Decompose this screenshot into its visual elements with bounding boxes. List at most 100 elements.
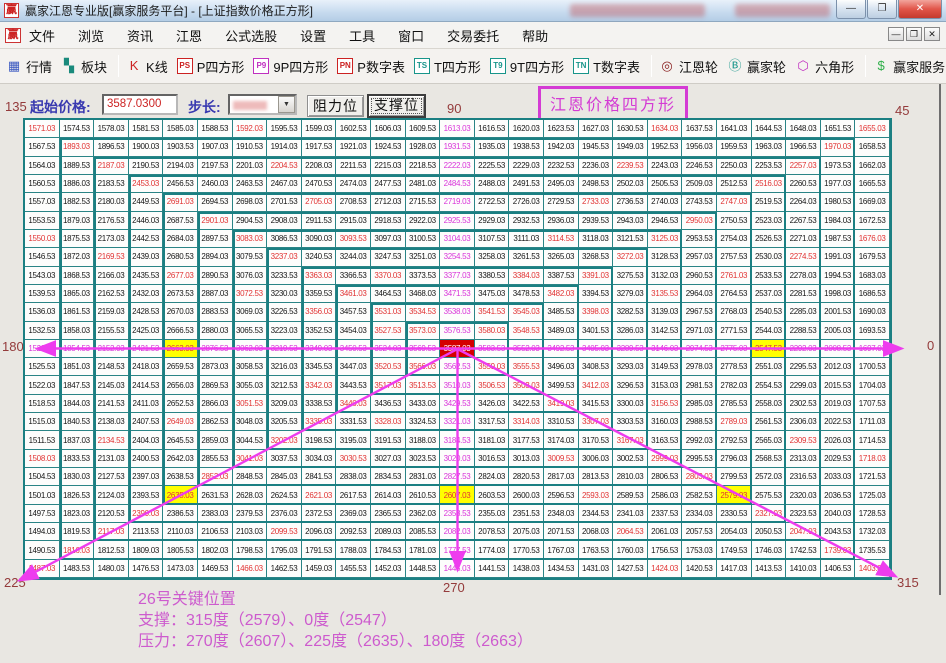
grid-cell: 1956.03 xyxy=(682,138,717,156)
grid-cell: 2432.03 xyxy=(129,285,164,303)
grid-cell: 2705.03 xyxy=(302,193,337,211)
grid-cell: 3230.03 xyxy=(267,285,302,303)
grid-cell: 1721.53 xyxy=(855,468,890,486)
grid-cell: 2568.53 xyxy=(752,450,787,468)
grid-cell: 2491.53 xyxy=(509,175,544,193)
toolbar-button-9P四方形[interactable]: P99P四方形 xyxy=(253,57,328,76)
grid-cell: 2848.53 xyxy=(233,468,268,486)
grid-cell: 2488.03 xyxy=(475,175,510,193)
toolbar: ▦行情 ▚板块 KK线 PSP四方形 P99P四方形 PNP数字表 TST四方形 T99T四方… xyxy=(0,49,946,84)
toolbar-button-板块[interactable]: ▚板块 xyxy=(61,57,107,76)
menu-item-文件[interactable]: 文件 xyxy=(29,26,55,45)
menu-item-帮助[interactable]: 帮助 xyxy=(522,26,548,45)
grid-cell: 1413.53 xyxy=(752,560,787,578)
menu-item-浏览[interactable]: 浏览 xyxy=(78,26,104,45)
grid-cell: 2670.03 xyxy=(163,303,198,321)
close-button[interactable]: ✕ xyxy=(898,0,942,19)
grid-cell: 2407.53 xyxy=(129,413,164,431)
maximize-button[interactable]: ❐ xyxy=(867,0,897,19)
start-price-input[interactable]: 3587.0300 xyxy=(102,94,178,115)
grid-cell: 3065.53 xyxy=(233,322,268,340)
grid-cell: 1753.03 xyxy=(682,541,717,559)
grid-cell: 2180.03 xyxy=(94,193,129,211)
grid-cell: 3468.03 xyxy=(406,285,441,303)
resistance-button[interactable]: 阻力位 xyxy=(307,95,364,117)
grid-cell: 3538.03 xyxy=(440,303,475,321)
toolbar-separator xyxy=(651,55,652,77)
grid-cell: 2995.53 xyxy=(682,450,717,468)
grid-cell: 1641.03 xyxy=(717,120,752,138)
menu-item-设置[interactable]: 设置 xyxy=(300,26,326,45)
grid-cell: 2236.03 xyxy=(579,157,614,175)
grid-cell: 2509.03 xyxy=(682,175,717,193)
toolbar-button-P数字表[interactable]: PNP数字表 xyxy=(337,57,405,76)
grid-cell: 1616.53 xyxy=(475,120,510,138)
toolbar-button-T数字表[interactable]: TNT数字表 xyxy=(573,57,640,76)
grid-cell: 1970.03 xyxy=(821,138,856,156)
toolbar-button-T四方形[interactable]: TST四方形 xyxy=(414,57,481,76)
toolbar-button-六角形[interactable]: ⬡六角形 xyxy=(795,57,854,76)
grid-cell: 2054.03 xyxy=(717,523,752,541)
grid-cell: 1532.53 xyxy=(25,322,60,340)
gann-square-grid[interactable]: 1571.031574.531578.031581.531585.031588.… xyxy=(23,118,892,580)
grid-cell: 3048.03 xyxy=(233,413,268,431)
grid-cell: 2442.53 xyxy=(129,230,164,248)
grid-cell: 1886.03 xyxy=(60,175,95,193)
toolbar-button-江恩轮[interactable]: ◎江恩轮 xyxy=(659,57,718,76)
grid-cell: 2904.53 xyxy=(233,212,268,230)
grid-cell: 1441.53 xyxy=(475,560,510,578)
menu-item-江恩[interactable]: 江恩 xyxy=(176,26,202,45)
chevron-down-icon[interactable]: ▼ xyxy=(278,96,295,113)
grid-cell: 1725.03 xyxy=(855,486,890,504)
grid-cell: 3373.53 xyxy=(406,267,441,285)
menu-item-工具[interactable]: 工具 xyxy=(349,26,375,45)
grid-cell: 3058.53 xyxy=(233,358,268,376)
step-combobox[interactable]: ▼ xyxy=(228,94,297,115)
toolbar-button-P四方形[interactable]: PSP四方形 xyxy=(177,57,245,76)
grid-cell: 1497.53 xyxy=(25,505,60,523)
grid-cell: 2022.53 xyxy=(821,413,856,431)
angle-label-315: 315 xyxy=(897,575,919,590)
grid-cell: 2008.53 xyxy=(821,340,856,358)
menu-item-交易委托[interactable]: 交易委托 xyxy=(447,26,499,45)
caption-title: 26号关键位置 xyxy=(138,589,533,610)
grid-cell: 3555.53 xyxy=(509,358,544,376)
menu-item-公式选股[interactable]: 公式选股 xyxy=(225,26,277,45)
mdi-close-button[interactable]: ✕ xyxy=(924,27,940,41)
toolbar-button-赢家轮[interactable]: Ⓑ赢家轮 xyxy=(727,57,786,76)
grid-cell: 3345.53 xyxy=(302,358,337,376)
grid-cell: 3429.53 xyxy=(440,395,475,413)
grid-cell: 3244.03 xyxy=(336,248,371,266)
support-button[interactable]: 支撑位 xyxy=(367,94,426,118)
grid-cell: 2243.03 xyxy=(648,157,683,175)
menu-item-窗口[interactable]: 窗口 xyxy=(398,26,424,45)
toolbar-button-K线[interactable]: KK线 xyxy=(126,57,168,76)
grid-cell: 1704.03 xyxy=(855,376,890,394)
grid-cell: 3433.03 xyxy=(406,395,441,413)
toolbar-button-赢家服务[interactable]: $赢家服务 xyxy=(873,57,945,76)
grid-cell: 2533.53 xyxy=(752,267,787,285)
menu-item-资讯[interactable]: 资讯 xyxy=(127,26,153,45)
toolbar-button-9T四方形[interactable]: T99T四方形 xyxy=(490,57,564,76)
grid-cell: 2341.03 xyxy=(613,505,648,523)
grid-cell: 3412.03 xyxy=(579,376,614,394)
mdi-minimize-button[interactable]: — xyxy=(888,27,904,41)
grid-cell: 3121.53 xyxy=(613,230,648,248)
grid-cell: 2659.53 xyxy=(163,358,198,376)
grid-cell: 3027.03 xyxy=(371,450,406,468)
grid-cell: 1508.03 xyxy=(25,450,60,468)
grid-cell: 2299.03 xyxy=(786,376,821,394)
P数字表-icon: PN xyxy=(337,58,353,74)
grid-cell: 2421.53 xyxy=(129,340,164,358)
grid-cell: 3562.53 xyxy=(440,358,475,376)
grid-cell: 2575.53 xyxy=(752,486,787,504)
grid-cell: 3517.03 xyxy=(371,376,406,394)
minimize-button[interactable]: — xyxy=(836,0,866,19)
title-bar[interactable]: 赢 赢家江恩专业版[赢家服务平台] - [上证指数价格正方形] — ❐ ✕ xyxy=(0,0,946,22)
grid-cell: 2603.53 xyxy=(475,486,510,504)
grid-cell: 2092.53 xyxy=(336,523,371,541)
grid-cell: 1837.03 xyxy=(60,431,95,449)
toolbar-button-行情[interactable]: ▦行情 xyxy=(6,57,52,76)
mdi-restore-button[interactable]: ❐ xyxy=(906,27,922,41)
grid-cell: 2152.03 xyxy=(94,340,129,358)
